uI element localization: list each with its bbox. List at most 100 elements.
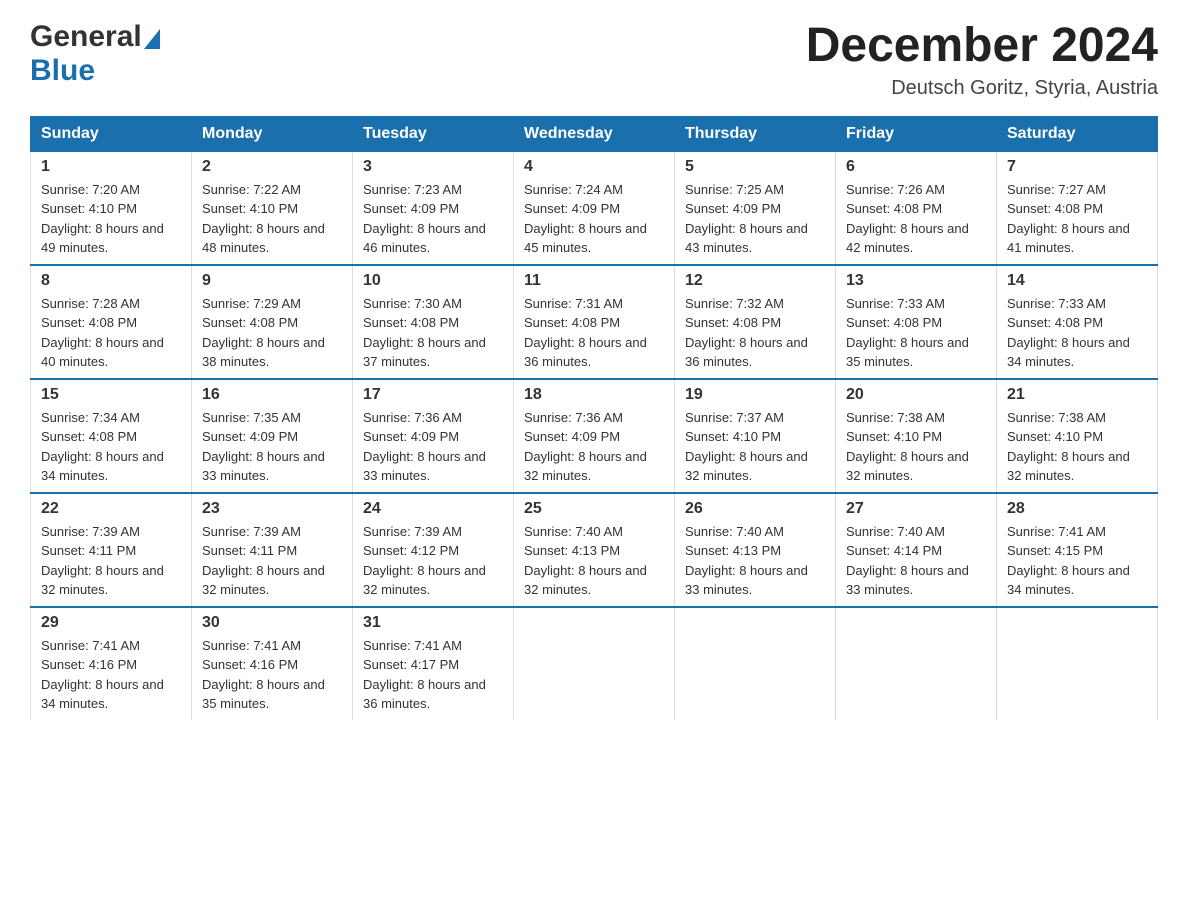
day-info: Sunrise: 7:34 AMSunset: 4:08 PMDaylight:… [41,410,164,484]
header-thursday: Thursday [675,116,836,151]
calendar-cell [514,607,675,720]
calendar-cell: 16 Sunrise: 7:35 AMSunset: 4:09 PMDaylig… [192,379,353,493]
day-info: Sunrise: 7:40 AMSunset: 4:13 PMDaylight:… [524,524,647,598]
day-info: Sunrise: 7:20 AMSunset: 4:10 PMDaylight:… [41,182,164,256]
calendar-cell: 20 Sunrise: 7:38 AMSunset: 4:10 PMDaylig… [836,379,997,493]
day-number: 30 [202,614,342,632]
day-info: Sunrise: 7:27 AMSunset: 4:08 PMDaylight:… [1007,182,1130,256]
day-info: Sunrise: 7:37 AMSunset: 4:10 PMDaylight:… [685,410,808,484]
day-info: Sunrise: 7:25 AMSunset: 4:09 PMDaylight:… [685,182,808,256]
day-number: 18 [524,386,664,404]
day-info: Sunrise: 7:31 AMSunset: 4:08 PMDaylight:… [524,296,647,370]
week-row-1: 1 Sunrise: 7:20 AMSunset: 4:10 PMDayligh… [31,151,1158,265]
day-number: 23 [202,500,342,518]
day-number: 10 [363,272,503,290]
day-info: Sunrise: 7:38 AMSunset: 4:10 PMDaylight:… [1007,410,1130,484]
calendar-cell: 13 Sunrise: 7:33 AMSunset: 4:08 PMDaylig… [836,265,997,379]
calendar-cell: 29 Sunrise: 7:41 AMSunset: 4:16 PMDaylig… [31,607,192,720]
logo-blue-text: Blue [30,54,95,87]
day-info: Sunrise: 7:30 AMSunset: 4:08 PMDaylight:… [363,296,486,370]
logo: General Blue [30,20,160,88]
calendar-table: SundayMondayTuesdayWednesdayThursdayFrid… [30,116,1158,720]
calendar-cell: 18 Sunrise: 7:36 AMSunset: 4:09 PMDaylig… [514,379,675,493]
day-info: Sunrise: 7:39 AMSunset: 4:12 PMDaylight:… [363,524,486,598]
day-number: 24 [363,500,503,518]
calendar-cell [675,607,836,720]
days-header-row: SundayMondayTuesdayWednesdayThursdayFrid… [31,116,1158,151]
day-info: Sunrise: 7:38 AMSunset: 4:10 PMDaylight:… [846,410,969,484]
day-info: Sunrise: 7:40 AMSunset: 4:13 PMDaylight:… [685,524,808,598]
day-info: Sunrise: 7:36 AMSunset: 4:09 PMDaylight:… [524,410,647,484]
day-number: 13 [846,272,986,290]
day-number: 14 [1007,272,1147,290]
day-number: 11 [524,272,664,290]
calendar-cell: 22 Sunrise: 7:39 AMSunset: 4:11 PMDaylig… [31,493,192,607]
calendar-cell: 26 Sunrise: 7:40 AMSunset: 4:13 PMDaylig… [675,493,836,607]
day-info: Sunrise: 7:24 AMSunset: 4:09 PMDaylight:… [524,182,647,256]
week-row-4: 22 Sunrise: 7:39 AMSunset: 4:11 PMDaylig… [31,493,1158,607]
header-saturday: Saturday [997,116,1158,151]
calendar-cell: 5 Sunrise: 7:25 AMSunset: 4:09 PMDayligh… [675,151,836,265]
calendar-cell: 30 Sunrise: 7:41 AMSunset: 4:16 PMDaylig… [192,607,353,720]
day-info: Sunrise: 7:40 AMSunset: 4:14 PMDaylight:… [846,524,969,598]
day-info: Sunrise: 7:22 AMSunset: 4:10 PMDaylight:… [202,182,325,256]
calendar-cell: 14 Sunrise: 7:33 AMSunset: 4:08 PMDaylig… [997,265,1158,379]
day-number: 15 [41,386,181,404]
day-info: Sunrise: 7:33 AMSunset: 4:08 PMDaylight:… [1007,296,1130,370]
day-info: Sunrise: 7:29 AMSunset: 4:08 PMDaylight:… [202,296,325,370]
month-title: December 2024 [806,20,1158,73]
week-row-2: 8 Sunrise: 7:28 AMSunset: 4:08 PMDayligh… [31,265,1158,379]
day-number: 20 [846,386,986,404]
day-number: 4 [524,158,664,176]
day-number: 17 [363,386,503,404]
week-row-5: 29 Sunrise: 7:41 AMSunset: 4:16 PMDaylig… [31,607,1158,720]
calendar-cell: 15 Sunrise: 7:34 AMSunset: 4:08 PMDaylig… [31,379,192,493]
logo-arrow-icon [144,29,160,49]
calendar-cell: 9 Sunrise: 7:29 AMSunset: 4:08 PMDayligh… [192,265,353,379]
header-tuesday: Tuesday [353,116,514,151]
calendar-cell: 19 Sunrise: 7:37 AMSunset: 4:10 PMDaylig… [675,379,836,493]
calendar-cell: 12 Sunrise: 7:32 AMSunset: 4:08 PMDaylig… [675,265,836,379]
day-number: 2 [202,158,342,176]
day-info: Sunrise: 7:41 AMSunset: 4:16 PMDaylight:… [41,638,164,712]
calendar-cell: 11 Sunrise: 7:31 AMSunset: 4:08 PMDaylig… [514,265,675,379]
calendar-cell: 4 Sunrise: 7:24 AMSunset: 4:09 PMDayligh… [514,151,675,265]
header-monday: Monday [192,116,353,151]
calendar-cell: 1 Sunrise: 7:20 AMSunset: 4:10 PMDayligh… [31,151,192,265]
calendar-cell: 3 Sunrise: 7:23 AMSunset: 4:09 PMDayligh… [353,151,514,265]
calendar-cell: 6 Sunrise: 7:26 AMSunset: 4:08 PMDayligh… [836,151,997,265]
day-info: Sunrise: 7:39 AMSunset: 4:11 PMDaylight:… [202,524,325,598]
location-subtitle: Deutsch Goritz, Styria, Austria [806,77,1158,100]
day-info: Sunrise: 7:32 AMSunset: 4:08 PMDaylight:… [685,296,808,370]
day-number: 8 [41,272,181,290]
header-friday: Friday [836,116,997,151]
day-info: Sunrise: 7:23 AMSunset: 4:09 PMDaylight:… [363,182,486,256]
day-info: Sunrise: 7:41 AMSunset: 4:17 PMDaylight:… [363,638,486,712]
calendar-cell: 2 Sunrise: 7:22 AMSunset: 4:10 PMDayligh… [192,151,353,265]
calendar-cell: 17 Sunrise: 7:36 AMSunset: 4:09 PMDaylig… [353,379,514,493]
day-number: 22 [41,500,181,518]
day-number: 28 [1007,500,1147,518]
day-number: 12 [685,272,825,290]
day-number: 16 [202,386,342,404]
day-number: 3 [363,158,503,176]
day-number: 25 [524,500,664,518]
week-row-3: 15 Sunrise: 7:34 AMSunset: 4:08 PMDaylig… [31,379,1158,493]
day-info: Sunrise: 7:33 AMSunset: 4:08 PMDaylight:… [846,296,969,370]
calendar-cell [997,607,1158,720]
calendar-cell: 24 Sunrise: 7:39 AMSunset: 4:12 PMDaylig… [353,493,514,607]
page-header: General Blue December 2024 Deutsch Gorit… [30,20,1158,100]
calendar-cell: 10 Sunrise: 7:30 AMSunset: 4:08 PMDaylig… [353,265,514,379]
calendar-cell: 25 Sunrise: 7:40 AMSunset: 4:13 PMDaylig… [514,493,675,607]
day-number: 29 [41,614,181,632]
calendar-cell: 23 Sunrise: 7:39 AMSunset: 4:11 PMDaylig… [192,493,353,607]
day-info: Sunrise: 7:36 AMSunset: 4:09 PMDaylight:… [363,410,486,484]
day-number: 6 [846,158,986,176]
day-number: 9 [202,272,342,290]
calendar-cell: 8 Sunrise: 7:28 AMSunset: 4:08 PMDayligh… [31,265,192,379]
title-section: December 2024 Deutsch Goritz, Styria, Au… [806,20,1158,100]
day-number: 21 [1007,386,1147,404]
day-info: Sunrise: 7:35 AMSunset: 4:09 PMDaylight:… [202,410,325,484]
calendar-cell [836,607,997,720]
day-number: 7 [1007,158,1147,176]
